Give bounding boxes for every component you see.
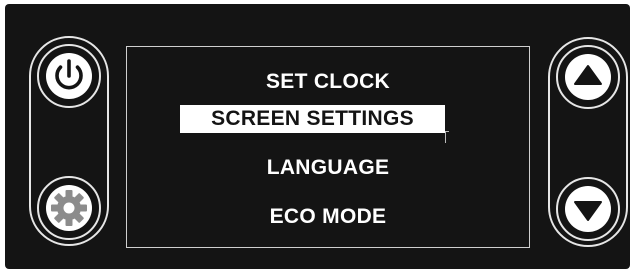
control-panel: SET CLOCK SCREEN SETTINGS LANGUAGE ECO M… — [5, 4, 630, 269]
arrow-up-icon — [565, 54, 611, 100]
left-button-group — [29, 36, 109, 246]
menu-item-set-clock[interactable]: SET CLOCK — [127, 68, 529, 96]
menu-item-eco-mode[interactable]: ECO MODE — [127, 203, 529, 231]
gear-icon — [46, 185, 92, 231]
menu-item-screen-settings[interactable]: SCREEN SETTINGS — [180, 105, 445, 133]
power-button[interactable] — [37, 44, 101, 108]
up-button[interactable] — [556, 45, 620, 109]
arrow-down-icon — [565, 186, 611, 232]
menu-screen: SET CLOCK SCREEN SETTINGS LANGUAGE ECO M… — [126, 46, 530, 248]
right-button-group — [548, 37, 628, 247]
down-button[interactable] — [556, 177, 620, 241]
menu-item-language[interactable]: LANGUAGE — [127, 154, 529, 182]
selection-cursor — [445, 131, 449, 143]
settings-button[interactable] — [37, 176, 101, 240]
power-icon — [46, 53, 92, 99]
